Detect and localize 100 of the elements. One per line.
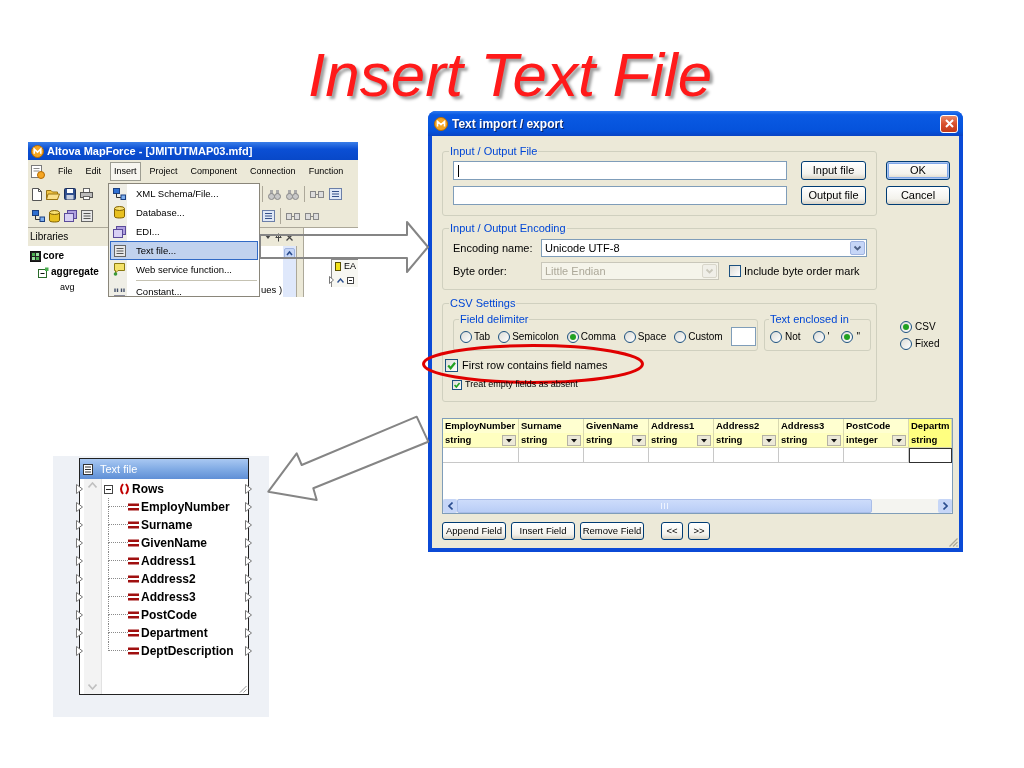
checkbox[interactable] <box>729 265 741 277</box>
collapse-icon[interactable] <box>38 266 49 278</box>
text-document-icon[interactable] <box>113 244 126 257</box>
caret-down-icon[interactable] <box>697 434 711 446</box>
document-icon[interactable] <box>32 187 42 201</box>
type-dropdown[interactable]: string <box>519 433 584 448</box>
field-button[interactable]: Insert Field <box>511 522 575 540</box>
file-path-field[interactable] <box>453 161 787 180</box>
radio-button[interactable] <box>498 330 511 343</box>
caret-down-icon[interactable] <box>567 434 581 446</box>
menu-item[interactable]: Project <box>145 162 182 181</box>
cancel-button[interactable]: Cancel <box>886 186 950 205</box>
type-dropdown[interactable]: integer <box>844 433 909 448</box>
collapse-icon[interactable] <box>104 484 113 494</box>
linked-boxes-icon[interactable] <box>310 188 324 200</box>
navigation-button[interactable]: >> <box>688 522 710 540</box>
option-label: Fixed <box>915 339 940 349</box>
file-button[interactable]: Output file <box>801 186 866 205</box>
scroll-right-button[interactable] <box>938 499 952 513</box>
file-button[interactable]: Input file <box>801 161 866 180</box>
chevron-up-icon[interactable] <box>284 248 295 259</box>
caret-down-icon[interactable] <box>265 235 271 239</box>
close-button[interactable] <box>940 114 958 133</box>
radio-button[interactable] <box>900 338 912 350</box>
column-header: Address3 <box>779 419 844 433</box>
type-dropdown[interactable]: string <box>909 433 952 448</box>
menu-item[interactable]: Connection <box>246 162 300 181</box>
linked-boxes-icon[interactable] <box>286 210 300 222</box>
field-button[interactable]: Append Field <box>442 522 506 540</box>
vertical-scrollbar[interactable] <box>283 246 296 297</box>
menu-item[interactable]: Constant... <box>110 282 258 296</box>
chevron-down-icon[interactable] <box>850 241 865 255</box>
collapse-icon[interactable] <box>347 276 354 284</box>
menu-item[interactable]: XML Schema/File... <box>110 184 258 203</box>
column-header: Address2 <box>714 419 779 433</box>
type-dropdown[interactable]: string <box>649 433 714 448</box>
app-menu-icon[interactable] <box>31 164 45 179</box>
menu-item[interactable]: Component <box>186 162 242 181</box>
menu-item[interactable]: Text file... <box>110 241 258 260</box>
field-label: GivenName <box>141 537 208 549</box>
tree-item[interactable]: core <box>43 251 65 261</box>
caret-down-icon[interactable] <box>502 434 516 446</box>
resize-grip-icon[interactable] <box>239 685 247 693</box>
radio-button[interactable] <box>770 330 782 343</box>
resize-grip-icon[interactable] <box>948 537 958 547</box>
menu-item[interactable]: Web service function... <box>110 260 258 279</box>
printer-icon[interactable] <box>80 188 93 200</box>
speech-bubble-icon[interactable] <box>113 263 126 276</box>
database-icon[interactable] <box>114 206 125 219</box>
checkbox[interactable] <box>452 379 462 390</box>
type-dropdown[interactable]: string <box>443 433 519 448</box>
document-stack-icon[interactable] <box>113 225 126 238</box>
close-icon[interactable] <box>286 233 293 241</box>
tree-item[interactable]: aggregate <box>51 267 99 277</box>
table-cell[interactable] <box>909 448 952 463</box>
radio-button[interactable] <box>566 330 579 343</box>
caret-down-icon[interactable] <box>762 434 776 446</box>
menu-item[interactable]: Edit <box>81 162 106 181</box>
database-icon[interactable] <box>49 209 60 223</box>
document-stack-icon[interactable] <box>64 210 77 222</box>
navigation-button[interactable]: << <box>661 522 683 540</box>
custom-delimiter-field[interactable] <box>730 327 756 346</box>
tree-diagram-icon[interactable] <box>113 187 126 200</box>
linked-boxes-icon[interactable] <box>305 210 319 222</box>
tree-diagram-icon[interactable] <box>32 210 45 222</box>
dropdown-field[interactable]: Unicode UTF-8 <box>541 239 867 257</box>
folder-icon[interactable] <box>46 188 60 200</box>
scroll-left-button[interactable] <box>443 499 457 513</box>
caret-down-icon[interactable] <box>827 434 841 446</box>
radio-button[interactable] <box>623 330 636 343</box>
scrollbar-thumb[interactable] <box>457 499 872 513</box>
file-path-field[interactable] <box>453 186 787 205</box>
field-label: Address3 <box>141 591 196 603</box>
radio-button[interactable] <box>841 330 854 343</box>
type-dropdown[interactable]: string <box>714 433 779 448</box>
text-document-icon[interactable] <box>81 210 93 222</box>
tree-item[interactable]: avg <box>60 282 75 292</box>
menu-item[interactable]: Function <box>304 162 348 181</box>
radio-button[interactable] <box>674 330 687 343</box>
radio-button[interactable] <box>460 330 472 343</box>
radio-button[interactable] <box>812 330 825 343</box>
type-dropdown[interactable]: string <box>779 433 844 448</box>
menu-item[interactable]: File <box>54 162 77 181</box>
menu-item[interactable]: EDI... <box>110 222 258 241</box>
caret-down-icon[interactable] <box>632 434 646 446</box>
ok-button[interactable]: OK <box>886 161 950 180</box>
chevron-up-icon[interactable] <box>337 277 344 283</box>
radio-button[interactable] <box>900 321 912 333</box>
field-label: Surname <box>141 519 193 531</box>
checkbox[interactable] <box>445 358 458 372</box>
list-icon[interactable] <box>329 188 342 200</box>
menu-item[interactable]: Database... <box>110 203 258 222</box>
type-dropdown[interactable]: string <box>584 433 649 448</box>
group-label: Field delimiter <box>459 313 530 326</box>
quote-marks-icon[interactable] <box>113 286 126 296</box>
caret-down-icon[interactable] <box>892 434 906 446</box>
field-button[interactable]: Remove Field <box>580 522 644 540</box>
equals-icon <box>128 611 139 619</box>
list-icon[interactable] <box>262 210 275 222</box>
menu-item[interactable]: Insert <box>110 162 141 181</box>
